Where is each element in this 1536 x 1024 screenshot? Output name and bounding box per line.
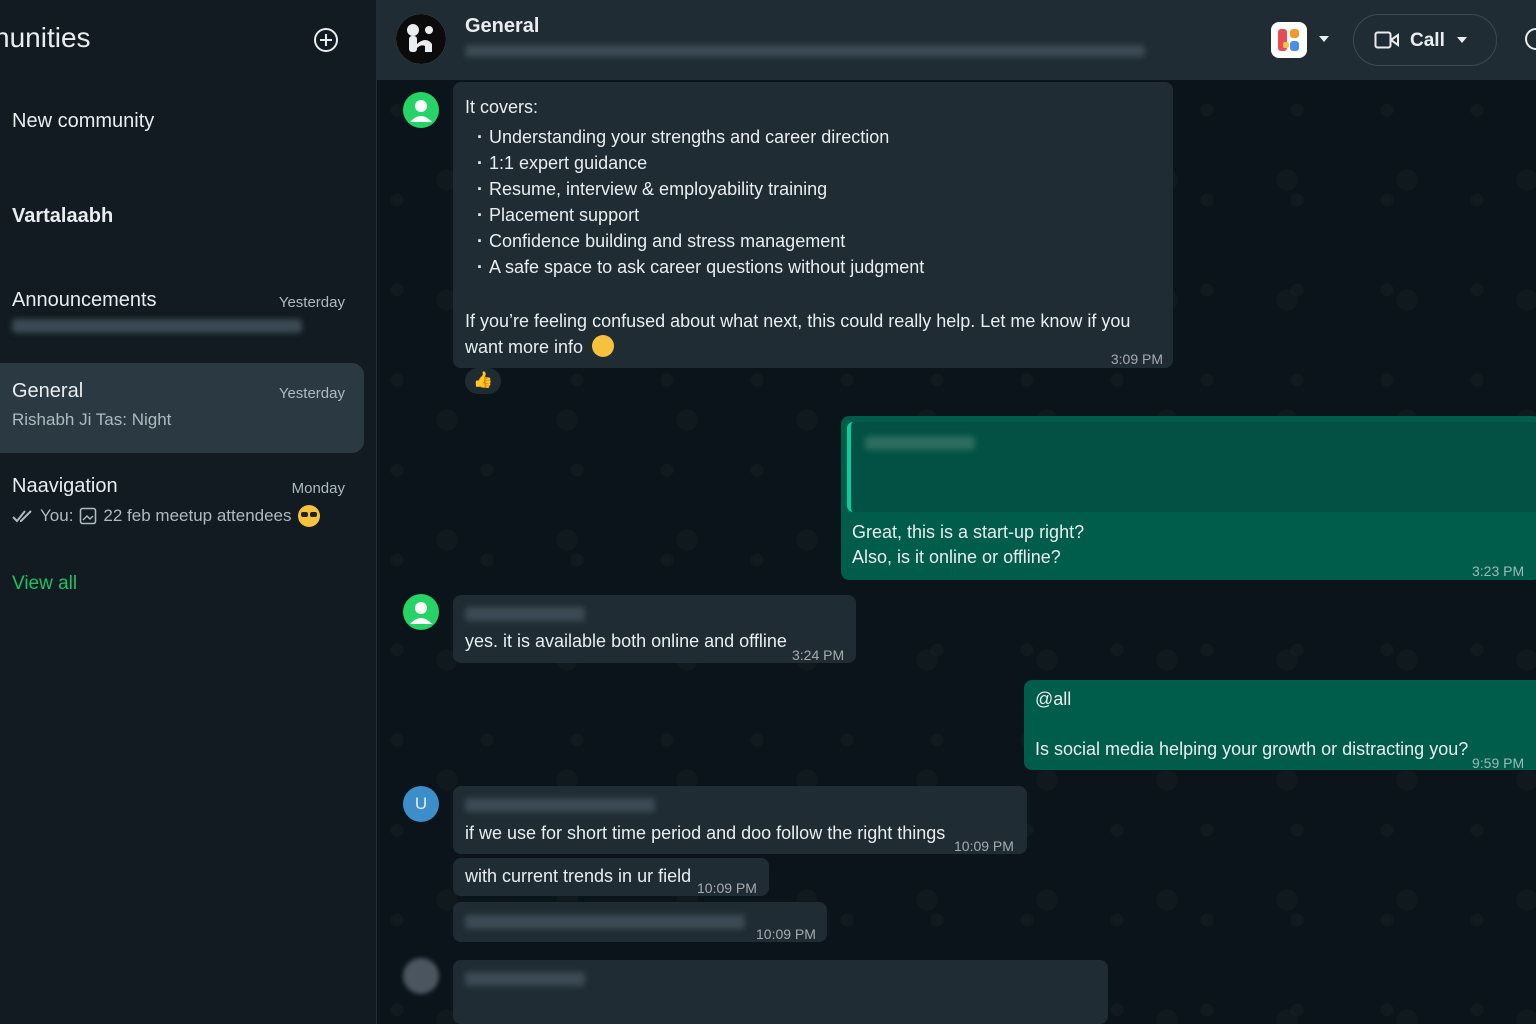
smile-emoji-icon	[592, 335, 615, 357]
search-icon[interactable]	[1525, 28, 1536, 50]
message-line: Also, is it online or offline?	[852, 547, 1061, 567]
apps-button[interactable]	[1271, 22, 1307, 58]
message-time: 10:09 PM	[954, 838, 1014, 854]
message-time: 9:59 PM	[1472, 755, 1525, 771]
group-preview: You: 22 feb meetup attendees	[12, 505, 320, 527]
bullet-item: Placement support	[465, 202, 1145, 228]
bullet-item: 1:1 expert guidance	[465, 150, 1145, 176]
message-bubble[interactable]: It covers: Understanding your strengths …	[453, 82, 1173, 368]
sender-avatar[interactable]	[403, 958, 439, 994]
add-community-icon[interactable]	[312, 26, 340, 54]
bullet-item: Understanding your strengths and career …	[465, 124, 1145, 150]
message-bubble[interactable]	[453, 960, 1108, 1024]
group-preview-blurred	[12, 319, 302, 333]
message-bubble[interactable]: yes. it is available both online and off…	[453, 595, 856, 663]
message-bubble-outgoing[interactable]: Great, this is a start-up right? Also, i…	[841, 416, 1536, 580]
call-button[interactable]: Call	[1353, 14, 1497, 66]
chevron-down-icon[interactable]	[1457, 37, 1467, 43]
preview-prefix: You:	[40, 506, 74, 525]
message-text: if we use for short time period and doo …	[465, 823, 946, 843]
quoted-message[interactable]	[847, 422, 1536, 512]
group-time: Yesterday	[278, 385, 345, 402]
message-time: 3:09 PM	[1110, 351, 1163, 367]
message-time: 10:09 PM	[697, 880, 757, 896]
message-mention: @all	[1035, 689, 1072, 709]
message-text: If you’re feeling confused about what ne…	[465, 308, 1145, 360]
message-line: Is social media helping your growth or d…	[1035, 739, 1469, 759]
call-label: Call	[1410, 30, 1445, 51]
sidebar-item-naavigation[interactable]: Naavigation Monday You: 22 feb meetup at…	[0, 458, 364, 548]
message-intro: It covers:	[465, 97, 539, 117]
sender-name-blurred	[465, 607, 585, 621]
group-name: Naavigation	[12, 475, 118, 497]
group-name: Announcements	[12, 289, 157, 311]
message-time: 3:24 PM	[792, 647, 845, 663]
sidebar-item-announcements[interactable]: Announcements Yesterday	[0, 272, 364, 362]
bullet-item: A safe space to ask career questions wit…	[465, 254, 1145, 280]
sender-name-blurred	[465, 798, 655, 812]
message-bubble[interactable]: 10:09 PM	[453, 902, 827, 942]
person-icon	[410, 100, 432, 122]
double-check-icon	[12, 510, 32, 523]
sender-name-blurred	[465, 972, 585, 986]
image-icon	[80, 507, 97, 525]
preview-text: 22 feb meetup attendees	[103, 506, 292, 525]
group-name: General	[12, 380, 84, 402]
group-preview: Rishabh Ji Tas: Night	[12, 410, 172, 429]
thumbs-up-icon[interactable]: 👍	[465, 368, 501, 394]
chat-title: General	[465, 15, 540, 37]
message-text: yes. it is available both online and off…	[465, 631, 787, 651]
apps-icon	[1278, 29, 1299, 51]
sender-avatar[interactable]	[403, 594, 439, 630]
message-text: with current trends in ur field	[465, 866, 692, 886]
sidebar: nunities New community Vartalaabh Announ…	[0, 0, 377, 1024]
view-all-link[interactable]: View all	[12, 573, 77, 595]
bullet-item: Resume, interview & employability traini…	[465, 176, 1145, 202]
chat-pane: General Call It covers: · Understanding …	[377, 0, 1536, 1024]
bullet-item: Confidence building and stress managemen…	[465, 228, 1145, 254]
new-community-button[interactable]: New community	[12, 110, 154, 133]
message-text-blurred	[465, 915, 745, 929]
message-time: 10:09 PM	[756, 926, 816, 942]
group-time: Yesterday	[278, 294, 345, 311]
chevron-down-icon[interactable]	[1319, 36, 1329, 42]
chat-header[interactable]: General Call	[377, 0, 1536, 80]
message-bubble[interactable]: with current trends in ur field 10:09 PM	[453, 858, 769, 896]
group-logo-icon	[396, 14, 446, 64]
sidebar-item-general[interactable]: General Yesterday Rishabh Ji Tas: Night	[0, 363, 364, 453]
group-time: Monday	[291, 480, 345, 497]
sender-avatar[interactable]	[403, 92, 439, 128]
video-call-icon	[1374, 31, 1399, 49]
member-list-blurred	[465, 44, 1145, 62]
sunglasses-emoji-icon	[297, 505, 320, 527]
message-bubble-outgoing[interactable]: @all Is social media helping your growth…	[1024, 680, 1536, 771]
sender-avatar[interactable]: U	[403, 786, 439, 822]
sidebar-title: nunities	[0, 22, 91, 53]
message-line: Great, this is a start-up right?	[852, 522, 1085, 542]
person-icon	[410, 602, 432, 624]
bullet-list: Understanding your strengths and career …	[465, 124, 1145, 280]
community-name[interactable]: Vartalaabh	[12, 205, 113, 228]
message-time: 3:23 PM	[1472, 563, 1525, 579]
message-body: If you’re feeling confused about what ne…	[465, 311, 1131, 357]
message-bubble[interactable]: if we use for short time period and doo …	[453, 786, 1027, 854]
group-avatar[interactable]	[396, 14, 446, 64]
